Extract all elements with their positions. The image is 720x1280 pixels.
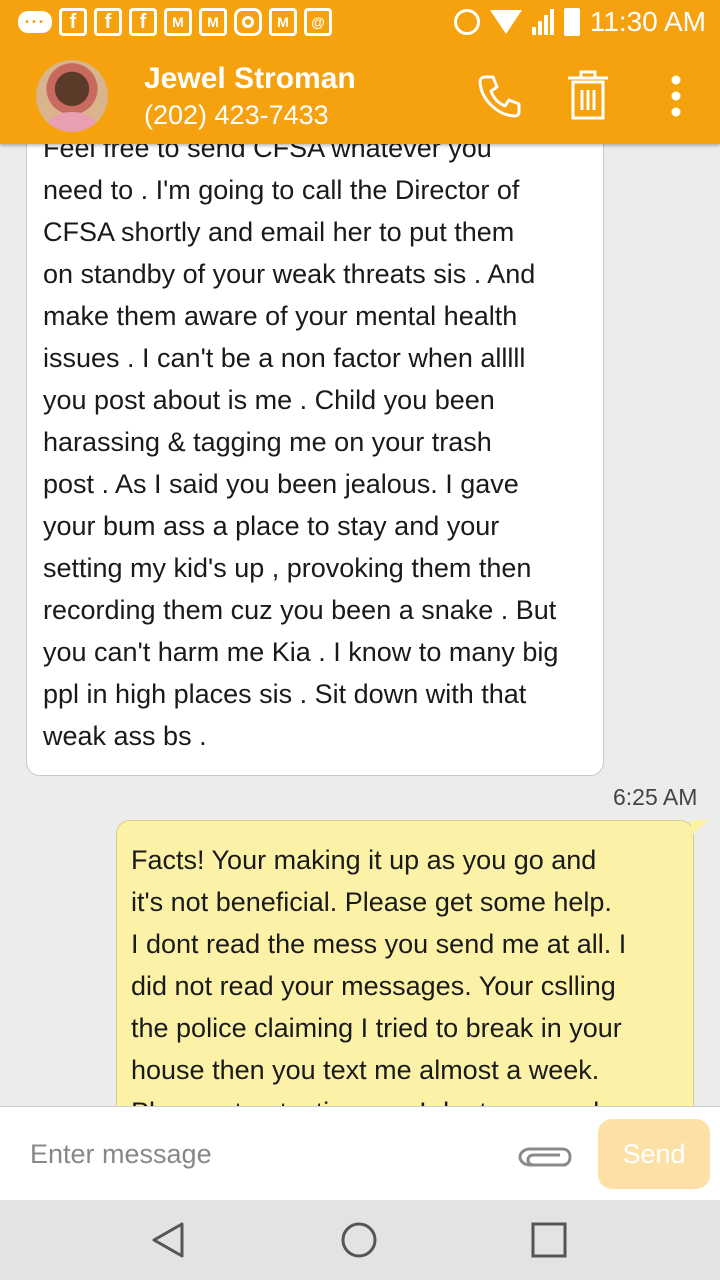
send-button[interactable]: Send (598, 1119, 710, 1189)
message-list[interactable]: one post , you tagged me on many sis . F… (0, 144, 720, 1106)
avatar[interactable] (36, 60, 108, 132)
home-button[interactable] (337, 1218, 381, 1262)
back-button[interactable] (146, 1218, 190, 1262)
phone-icon (478, 75, 521, 118)
battery-icon (563, 8, 580, 36)
gmail-icon: M (269, 8, 297, 36)
contact-phone: (202) 423-7433 (144, 100, 329, 130)
incoming-message-bubble[interactable]: one post , you tagged me on many sis . F… (26, 144, 604, 776)
attach-button[interactable] (516, 1135, 574, 1175)
paperclip-icon (518, 1147, 572, 1167)
back-icon (152, 1222, 184, 1258)
home-icon (341, 1222, 377, 1258)
gmail-icon: M (199, 8, 227, 36)
status-bar: ··· f f f M M M @ 11:30 AM (0, 0, 720, 48)
message-composer: Send (0, 1106, 720, 1201)
overflow-menu-button[interactable] (648, 68, 704, 124)
call-button[interactable] (472, 68, 528, 124)
recents-button[interactable] (527, 1218, 571, 1262)
incoming-message-text: one post , you tagged me on many sis . F… (43, 144, 559, 751)
clock: 11:30 AM (589, 6, 706, 37)
signal-icon (531, 9, 554, 35)
facebook-icon: f (129, 8, 157, 36)
alarm-icon (453, 9, 480, 35)
wifi-icon (489, 10, 522, 34)
facebook-icon: f (59, 8, 87, 36)
outgoing-message-text: Facts! Your making it up as you go and i… (131, 845, 627, 1106)
more-notifications-icon: ··· (18, 11, 52, 33)
outgoing-message-bubble[interactable]: Facts! Your making it up as you go and i… (116, 820, 709, 1106)
conversation-header: Jewel Stroman (202) 423-7433 (0, 48, 720, 144)
facebook-icon: f (94, 8, 122, 36)
contact-name: Jewel Stroman (144, 62, 356, 95)
message-timestamp: 6:25 AM (613, 784, 698, 810)
email-icon: @ (304, 8, 332, 36)
instagram-icon (234, 8, 262, 36)
notification-icons: ··· f f f M M M @ (18, 8, 332, 36)
delete-icon (568, 70, 608, 120)
message-input[interactable] (0, 1107, 500, 1201)
gmail-icon: M (164, 8, 192, 36)
system-status: 11:30 AM (453, 6, 706, 38)
more-vert-icon (671, 75, 681, 117)
delete-button[interactable] (560, 68, 616, 124)
recents-icon (531, 1222, 567, 1258)
system-nav-bar (0, 1200, 720, 1280)
